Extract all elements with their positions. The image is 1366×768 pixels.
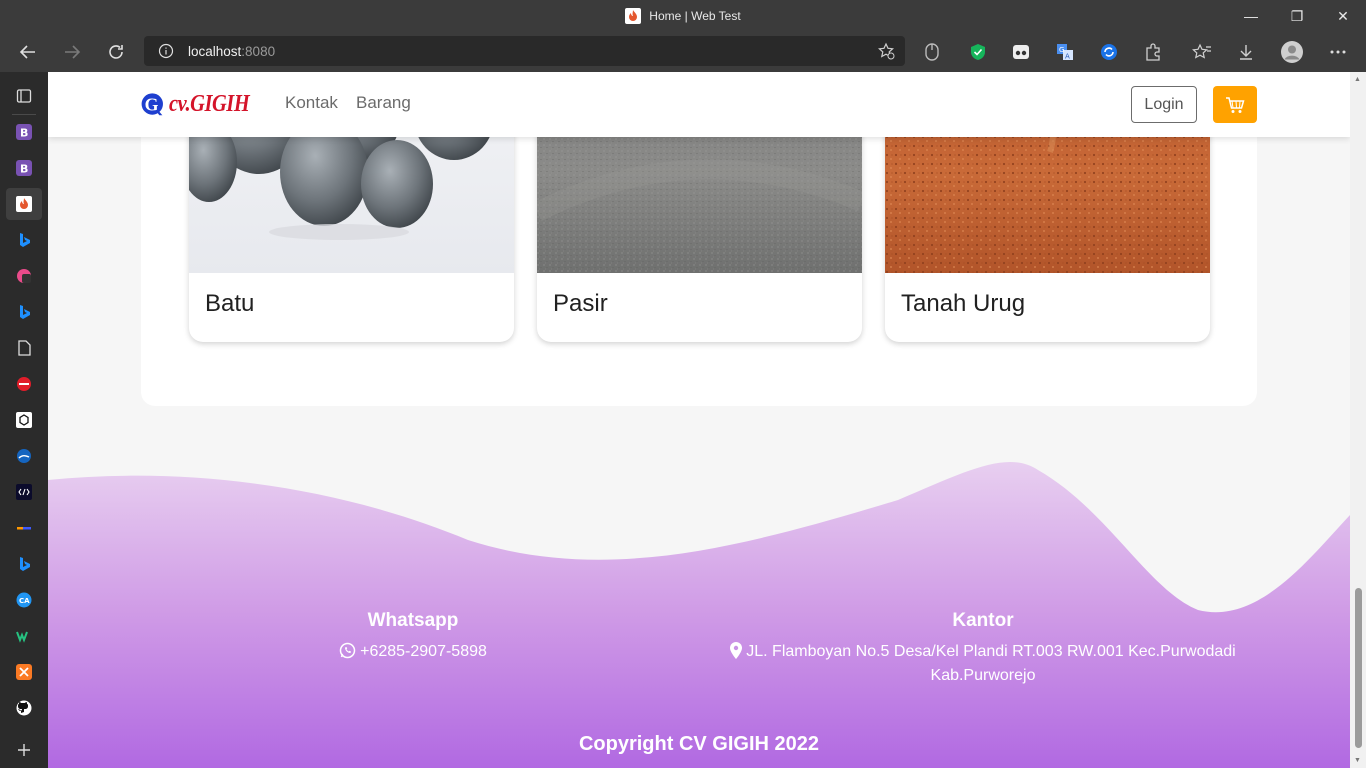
fire-tab-icon[interactable] bbox=[12, 192, 36, 216]
bootstrap-tab-icon[interactable]: B bbox=[12, 120, 36, 144]
bootstrap-tab-icon-2[interactable]: B bbox=[12, 156, 36, 180]
site-header: G cv.GIGIH Kontak Barang Login bbox=[48, 72, 1350, 137]
close-icon[interactable]: ✕ bbox=[1320, 0, 1366, 32]
svg-text:A: A bbox=[1065, 53, 1070, 61]
site-footer: Whatsapp +6285-2907-5898 Kantor JL. Flam… bbox=[48, 450, 1350, 768]
office-heading: Kantor bbox=[952, 610, 1014, 631]
window-title-bar: Home | Web Test — ❐ ✕ bbox=[0, 0, 1366, 32]
product-name: Tanah Urug bbox=[901, 290, 1026, 317]
site-info-icon[interactable] bbox=[158, 43, 174, 59]
cart-button[interactable] bbox=[1213, 86, 1257, 123]
mouse-extension-icon[interactable] bbox=[920, 40, 944, 64]
webflow-tab-icon[interactable] bbox=[12, 624, 36, 648]
tab-title: Home | Web Test bbox=[649, 9, 741, 23]
forward-icon[interactable] bbox=[56, 36, 88, 68]
tab-actions-icon[interactable] bbox=[12, 84, 36, 108]
svg-text:G: G bbox=[145, 95, 159, 115]
svg-text:G: G bbox=[1059, 46, 1064, 54]
blue-app-tab-icon[interactable] bbox=[12, 444, 36, 468]
restore-icon[interactable]: ❐ bbox=[1274, 0, 1320, 32]
nav-link-kontak[interactable]: Kontak bbox=[285, 93, 338, 113]
site-logo[interactable]: G cv.GIGIH bbox=[141, 84, 263, 124]
whatsapp-heading: Whatsapp bbox=[367, 610, 459, 631]
refresh-icon[interactable] bbox=[100, 36, 132, 68]
scroll-down-arrow-icon[interactable]: ▼ bbox=[1354, 757, 1361, 764]
address-host: localhost bbox=[188, 43, 242, 59]
document-tab-icon[interactable] bbox=[12, 336, 36, 360]
product-name: Pasir bbox=[553, 290, 608, 317]
profile-avatar-icon[interactable] bbox=[1280, 40, 1304, 64]
code-tab-icon[interactable] bbox=[12, 480, 36, 504]
login-button[interactable]: Login bbox=[1131, 86, 1197, 123]
browser-toolbar: localhost:8080 GA bbox=[0, 32, 1366, 72]
bing-tab-icon[interactable] bbox=[12, 228, 36, 252]
cloud-tab-icon[interactable]: CA bbox=[12, 588, 36, 612]
whatsapp-icon bbox=[339, 642, 356, 659]
line-tab-icon[interactable] bbox=[12, 516, 36, 540]
new-tab-plus-icon[interactable] bbox=[12, 738, 36, 762]
add-favorite-icon[interactable] bbox=[877, 42, 895, 60]
window-title: Home | Web Test bbox=[0, 0, 1366, 32]
cart-icon bbox=[1226, 96, 1245, 113]
extensions-puzzle-icon[interactable] bbox=[1141, 40, 1165, 64]
sync-extension-icon[interactable] bbox=[1097, 40, 1121, 64]
svg-text:B: B bbox=[20, 163, 28, 176]
codesandbox-tab-icon[interactable] bbox=[12, 408, 36, 432]
footer-office: Kantor JL. Flamboyan No.5 Desa/Kel Pland… bbox=[718, 610, 1248, 688]
bing-tab-icon-3[interactable] bbox=[12, 552, 36, 576]
logo-g-icon: G bbox=[141, 93, 163, 116]
more-options-icon[interactable] bbox=[1326, 40, 1350, 64]
address-port: :8080 bbox=[241, 43, 276, 59]
brand-name: cv.GIGIH bbox=[168, 90, 250, 117]
page-viewport: Batu Pasir Tanah Urug G cv.GIGIH Kontak … bbox=[48, 72, 1350, 768]
copyright-text: Copyright CV GIGIH 2022 bbox=[578, 733, 820, 755]
red-app-tab-icon[interactable] bbox=[12, 372, 36, 396]
address-bar[interactable]: localhost:8080 bbox=[144, 36, 905, 66]
back-icon[interactable] bbox=[12, 36, 44, 68]
reader-extension-icon[interactable] bbox=[1009, 40, 1033, 64]
svg-text:B: B bbox=[20, 127, 28, 140]
footer-wave bbox=[48, 461, 1350, 768]
github-tab-icon[interactable] bbox=[12, 696, 36, 720]
scrollbar-thumb[interactable] bbox=[1355, 588, 1362, 748]
fire-favicon-icon bbox=[625, 8, 642, 24]
minimize-icon[interactable]: — bbox=[1228, 0, 1274, 32]
xampp-tab-icon[interactable] bbox=[12, 660, 36, 684]
whatsapp-number[interactable]: +6285-2907-5898 bbox=[360, 643, 487, 660]
location-pin-icon bbox=[730, 642, 743, 659]
downloads-icon[interactable] bbox=[1234, 40, 1258, 64]
page-scrollbar[interactable]: ▲ ▼ bbox=[1350, 72, 1366, 768]
scroll-up-arrow-icon[interactable]: ▲ bbox=[1354, 76, 1361, 83]
bing-tab-icon-2[interactable] bbox=[12, 300, 36, 324]
favorites-icon[interactable] bbox=[1190, 40, 1214, 64]
translate-icon[interactable]: GA bbox=[1053, 40, 1077, 64]
nav-link-barang[interactable]: Barang bbox=[356, 93, 411, 113]
vertical-tabs-sidebar: B B CA bbox=[0, 72, 48, 768]
shield-icon[interactable] bbox=[966, 40, 990, 64]
product-name: Batu bbox=[205, 290, 255, 317]
svg-text:CA: CA bbox=[19, 597, 30, 605]
office-address-line1: JL. Flamboyan No.5 Desa/Kel Plandi RT.00… bbox=[746, 643, 1236, 660]
github-desktop-tab-icon[interactable] bbox=[12, 264, 36, 288]
footer-whatsapp: Whatsapp +6285-2907-5898 bbox=[238, 610, 588, 664]
office-address-line2: Kab.Purworejo bbox=[930, 667, 1036, 684]
